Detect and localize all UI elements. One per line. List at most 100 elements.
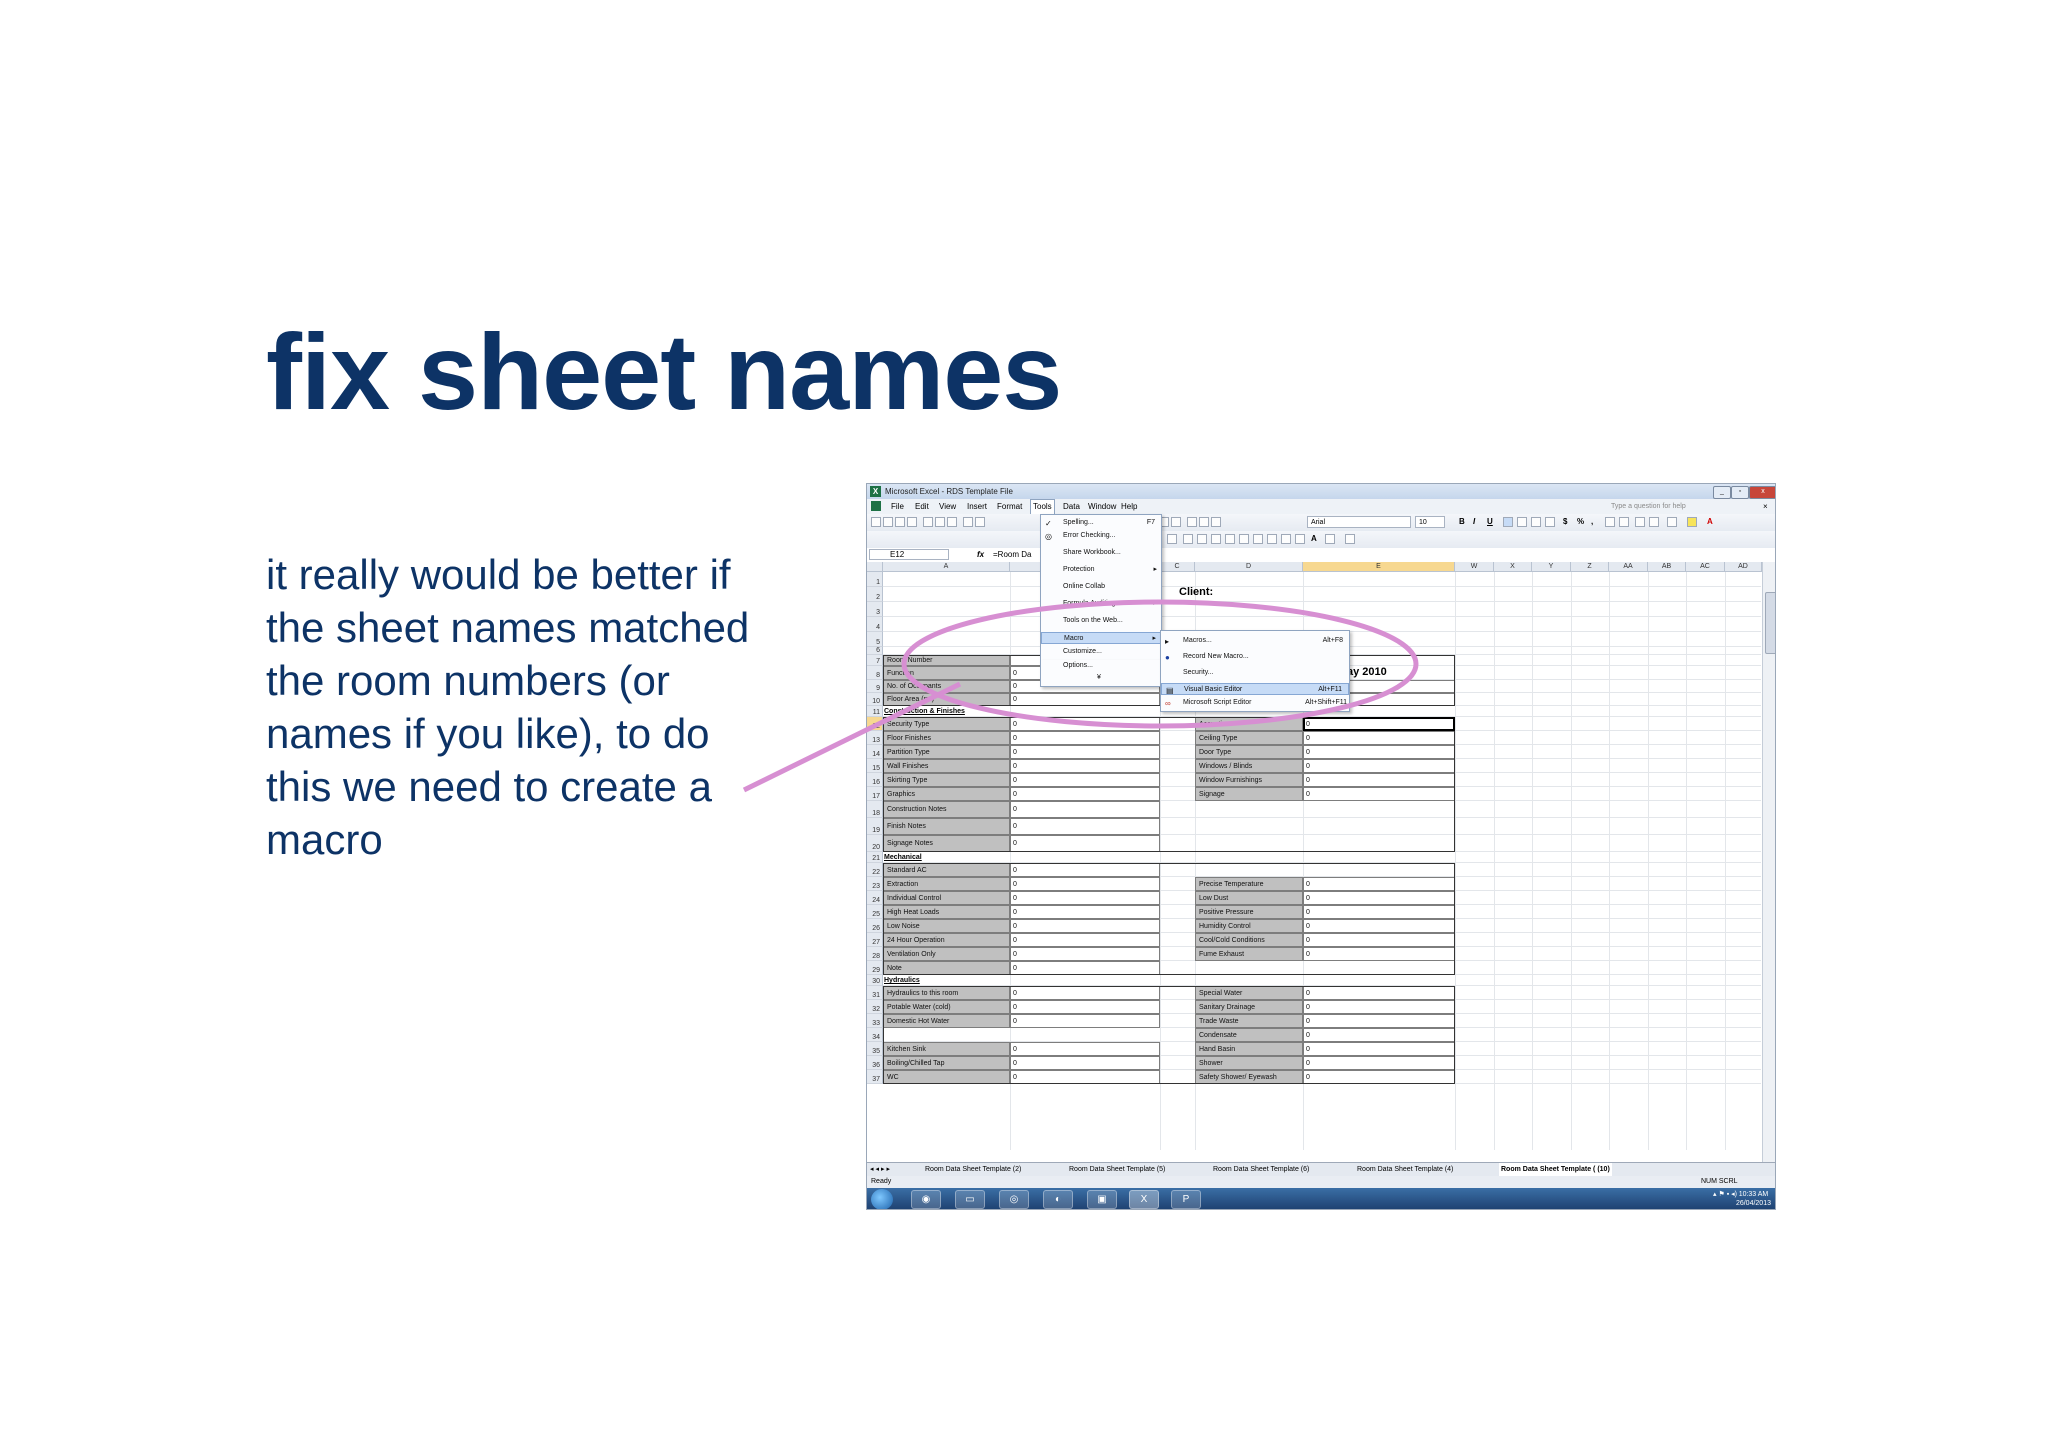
align-center-icon[interactable] (1517, 517, 1527, 527)
bold-button[interactable]: B (1459, 516, 1465, 528)
workbook-icon[interactable] (871, 501, 881, 511)
increase-decimal-icon[interactable] (1605, 517, 1615, 527)
form-label-icon[interactable] (1295, 534, 1305, 544)
fill-color-icon[interactable] (1687, 517, 1697, 527)
close-icon[interactable]: x (1749, 486, 1775, 499)
name-box[interactable]: E12 (869, 549, 949, 560)
form-button-icon[interactable] (1197, 534, 1207, 544)
sort-descending-icon[interactable] (1171, 517, 1181, 527)
row-header[interactable]: 24 (867, 891, 883, 905)
form-list-icon[interactable] (1239, 534, 1249, 544)
row-header[interactable]: 3 (867, 602, 883, 617)
sheet-tab[interactable]: Room Data Sheet Template (6) (1213, 1163, 1309, 1177)
row-header[interactable]: 26 (867, 919, 883, 933)
menu-item-spelling[interactable]: ✓ Spelling... F7 (1041, 517, 1161, 529)
cut-icon[interactable] (963, 517, 973, 527)
media-app-icon[interactable]: ▣ (1087, 1190, 1117, 1209)
row-header[interactable]: 20 (867, 835, 883, 852)
menu-edit[interactable]: Edit (913, 499, 931, 514)
excel-app-icon[interactable]: X (1129, 1190, 1159, 1209)
form-spinner-icon[interactable] (1281, 534, 1291, 544)
open-icon[interactable] (883, 517, 893, 527)
menu-help[interactable]: Help (1119, 499, 1139, 514)
row-header[interactable]: 16 (867, 773, 883, 787)
row-header[interactable]: 15 (867, 759, 883, 773)
borders-icon[interactable] (1667, 517, 1677, 527)
form-combo-icon[interactable] (1253, 534, 1263, 544)
row-header[interactable]: 1 (867, 572, 883, 587)
start-button-icon[interactable] (871, 1189, 893, 1209)
font-size-select[interactable]: 10 (1415, 516, 1445, 528)
percent-button[interactable]: % (1577, 516, 1584, 528)
menu-item-error-checking[interactable]: ◎ Error Checking... (1041, 530, 1161, 542)
vertical-scrollbar[interactable] (1762, 562, 1775, 1162)
col-header[interactable]: X (1494, 562, 1532, 572)
col-header[interactable]: W (1455, 562, 1494, 572)
row-header[interactable]: 17 (867, 787, 883, 801)
increase-indent-icon[interactable] (1649, 517, 1659, 527)
row-header[interactable]: 29 (867, 961, 883, 975)
row-header[interactable]: 19 (867, 818, 883, 835)
row-header[interactable]: 36 (867, 1056, 883, 1070)
print-preview-icon[interactable] (935, 517, 945, 527)
system-tray-icons[interactable]: ▴ ⚑ ▪ ◂) (1713, 1190, 1737, 1198)
menu-item-script-editor[interactable]: ∞ Microsoft Script Editor Alt+Shift+F11 (1161, 697, 1349, 709)
col-header[interactable]: D (1195, 562, 1303, 572)
workbook-close-icon[interactable]: × (1763, 499, 1768, 514)
font-color-button[interactable]: A (1707, 516, 1713, 528)
row-header[interactable]: 11 (867, 706, 883, 717)
row-header[interactable]: 23 (867, 877, 883, 891)
menu-view[interactable]: View (937, 499, 958, 514)
row-header[interactable]: 2 (867, 587, 883, 602)
row-header[interactable]: 25 (867, 905, 883, 919)
sheet-tab[interactable]: Room Data Sheet Template (5) (1069, 1163, 1165, 1177)
col-header[interactable]: AB (1648, 562, 1686, 572)
help-search-input[interactable]: Type a question for help (1611, 501, 1731, 512)
chart-wizard-icon[interactable] (1187, 517, 1197, 527)
row-header[interactable]: 34 (867, 1028, 883, 1042)
decrease-decimal-icon[interactable] (1619, 517, 1629, 527)
col-header[interactable]: AA (1609, 562, 1648, 572)
draw-icon[interactable] (1167, 534, 1177, 544)
menu-item-share-workbook[interactable]: Share Workbook... (1041, 547, 1161, 559)
menu-data[interactable]: Data (1061, 499, 1082, 514)
menu-insert[interactable]: Insert (965, 499, 989, 514)
print-icon[interactable] (923, 517, 933, 527)
row-header[interactable]: 12 (867, 717, 883, 731)
select-all-corner[interactable] (867, 562, 883, 572)
row-header[interactable]: 30 (867, 975, 883, 986)
row-header[interactable]: 13 (867, 731, 883, 745)
menu-format[interactable]: Format (995, 499, 1024, 514)
form-option-icon[interactable] (1225, 534, 1235, 544)
row-header[interactable]: 28 (867, 947, 883, 961)
restore-icon[interactable]: ▫ (1731, 486, 1749, 499)
comma-button[interactable]: , (1591, 516, 1593, 528)
col-header[interactable]: E (1303, 562, 1455, 572)
sheet-nav-icon[interactable]: ◂◂▸▸ (870, 1163, 892, 1177)
row-header[interactable]: 37 (867, 1070, 883, 1084)
form-grid-icon[interactable] (1325, 534, 1335, 544)
menu-item-macros[interactable]: ▸ Macros... Alt+F8 (1161, 635, 1349, 647)
row-header[interactable]: 32 (867, 1000, 883, 1014)
row-header[interactable]: 6 (867, 647, 883, 655)
permission-icon[interactable] (907, 517, 917, 527)
row-header[interactable]: 7 (867, 655, 883, 666)
font-name-select[interactable]: Arial (1307, 516, 1411, 528)
italic-button[interactable]: I (1473, 516, 1475, 528)
spelling-icon[interactable] (947, 517, 957, 527)
menu-expand-icon[interactable]: ¥ (1041, 672, 1161, 684)
form-line-icon[interactable] (1211, 534, 1221, 544)
menu-item-formula-auditing[interactable]: Formula Auditing ▸ (1041, 598, 1161, 610)
sheet-tab[interactable]: Room Data Sheet Template (4) (1357, 1163, 1453, 1177)
search-app-icon[interactable]: ◉ (911, 1190, 941, 1209)
menu-item-record-macro[interactable]: ● Record New Macro... (1161, 651, 1349, 663)
col-header[interactable]: A (883, 562, 1010, 572)
currency-button[interactable]: $ (1563, 516, 1567, 528)
row-header[interactable]: 9 (867, 680, 883, 693)
row-header[interactable]: 5 (867, 632, 883, 647)
folder-app-icon[interactable]: ▭ (955, 1190, 985, 1209)
row-header[interactable]: 35 (867, 1042, 883, 1056)
col-header[interactable]: Z (1571, 562, 1609, 572)
active-cell[interactable] (1303, 717, 1455, 731)
new-icon[interactable] (871, 517, 881, 527)
